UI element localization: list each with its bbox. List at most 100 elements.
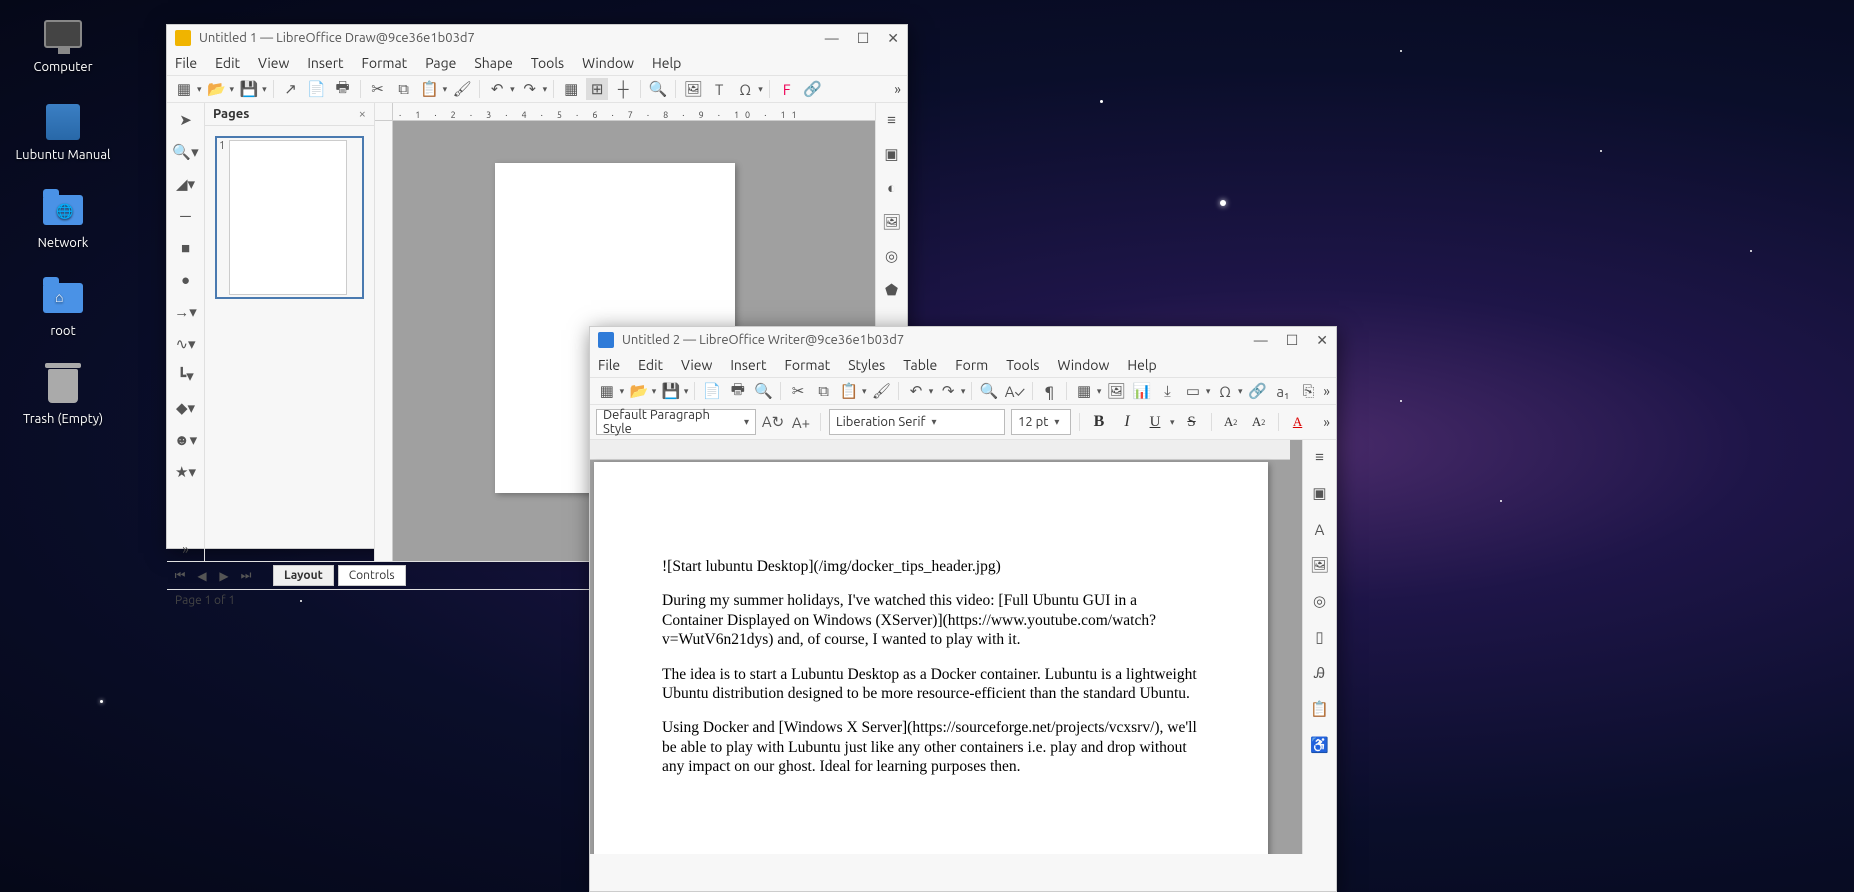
page-thumbnail[interactable]: 1: [215, 136, 364, 299]
menu-format[interactable]: Format: [362, 55, 408, 71]
bold-button[interactable]: B: [1088, 411, 1110, 433]
font-name-combo[interactable]: Liberation Serif ▾: [829, 409, 1005, 435]
paragraph[interactable]: ![Start lubuntu Desktop](/img/docker_tip…: [662, 557, 1200, 576]
save-icon[interactable]: 💾: [660, 380, 682, 402]
guides-icon[interactable]: ┼: [612, 78, 634, 100]
export-icon[interactable]: ↗: [280, 78, 302, 100]
image-icon[interactable]: 🖼: [1105, 380, 1127, 402]
toolbar-overflow-icon[interactable]: »: [1323, 414, 1330, 430]
menu-shape[interactable]: Shape: [474, 55, 512, 71]
bookmark-icon[interactable]: ⎘: [1298, 380, 1320, 402]
fontwork-icon[interactable]: F: [776, 78, 798, 100]
document-page[interactable]: ![Start lubuntu Desktop](/img/docker_tip…: [594, 462, 1268, 854]
copy-icon[interactable]: ⧉: [393, 78, 415, 100]
desktop-icon-trash[interactable]: Trash (Empty): [8, 364, 118, 426]
strikethrough-button[interactable]: S: [1181, 411, 1203, 433]
arrow-tool-icon[interactable]: →▾: [172, 301, 200, 323]
font-size-combo[interactable]: 12 pt ▾: [1011, 409, 1071, 435]
document-canvas[interactable]: ![Start lubuntu Desktop](/img/docker_tip…: [590, 440, 1302, 854]
minimize-button[interactable]: —: [825, 30, 839, 47]
tab-controls[interactable]: Controls: [338, 565, 406, 586]
sidebar-menu-icon[interactable]: ≡: [1309, 446, 1331, 468]
properties-icon[interactable]: ▣: [1309, 482, 1331, 504]
clone-format-icon[interactable]: 🖌: [451, 78, 473, 100]
clear-format-button[interactable]: A: [1287, 411, 1309, 433]
print-preview-icon[interactable]: 🔍: [753, 380, 775, 402]
menu-window[interactable]: Window: [1057, 357, 1109, 373]
open-icon[interactable]: 📂: [206, 78, 228, 100]
desktop-icon-manual[interactable]: Lubuntu Manual: [8, 100, 118, 162]
chart-icon[interactable]: 📊: [1131, 380, 1153, 402]
toolbar-overflow-icon[interactable]: »: [1323, 383, 1330, 399]
image-icon[interactable]: 🖼: [682, 78, 704, 100]
menu-help[interactable]: Help: [1127, 357, 1156, 373]
paragraph[interactable]: During my summer holidays, I've watched …: [662, 591, 1200, 649]
save-icon[interactable]: 💾: [238, 78, 260, 100]
toolbar-overflow-icon[interactable]: »: [894, 81, 901, 97]
redo-icon[interactable]: ↷: [937, 380, 959, 402]
clone-format-icon[interactable]: 🖌: [871, 380, 893, 402]
minimize-button[interactable]: —: [1254, 332, 1268, 349]
accessibility-icon[interactable]: ♿: [1309, 734, 1331, 756]
paragraph-style-combo[interactable]: Default Paragraph Style ▾: [596, 409, 756, 435]
cut-icon[interactable]: ✂: [367, 78, 389, 100]
manage-changes-icon[interactable]: 📋: [1309, 698, 1331, 720]
zoom-icon[interactable]: 🔍: [647, 78, 669, 100]
first-page-icon[interactable]: ⏮: [171, 569, 189, 583]
new-icon[interactable]: ▦: [173, 78, 195, 100]
style-inspector-icon[interactable]: Ꭿ: [1309, 662, 1331, 684]
gallery-icon[interactable]: 🖼: [881, 211, 903, 233]
subscript-button[interactable]: A2: [1248, 411, 1270, 433]
prev-page-icon[interactable]: ◀: [193, 569, 211, 583]
next-page-icon[interactable]: ▶: [215, 569, 233, 583]
menu-insert[interactable]: Insert: [307, 55, 343, 71]
paragraph[interactable]: The idea is to start a Lubuntu Desktop a…: [662, 665, 1200, 704]
menu-edit[interactable]: Edit: [638, 357, 663, 373]
menu-view[interactable]: View: [258, 55, 289, 71]
symbol-shapes-icon[interactable]: ☻▾: [172, 429, 200, 451]
desktop-icon-computer[interactable]: Computer: [8, 12, 118, 74]
styles-icon[interactable]: ◐: [881, 177, 903, 199]
grid-icon[interactable]: ▦: [560, 78, 582, 100]
gallery-icon[interactable]: 🖼: [1309, 554, 1331, 576]
styles-icon[interactable]: A: [1309, 518, 1331, 540]
open-icon[interactable]: 📂: [628, 380, 650, 402]
connector-tool-icon[interactable]: ┗▾: [172, 365, 200, 387]
sidebar-menu-icon[interactable]: ≡: [881, 109, 903, 131]
export-pdf-icon[interactable]: 📄: [306, 78, 328, 100]
menu-tools[interactable]: Tools: [1006, 357, 1039, 373]
paste-icon[interactable]: 📋: [838, 380, 860, 402]
superscript-button[interactable]: A2: [1220, 411, 1242, 433]
page-icon[interactable]: ▯: [1309, 626, 1331, 648]
ellipse-tool-icon[interactable]: ●: [172, 269, 200, 291]
page-break-icon[interactable]: ⤓: [1157, 380, 1179, 402]
navigator-icon[interactable]: ◎: [881, 245, 903, 267]
menu-file[interactable]: File: [175, 55, 197, 71]
underline-button[interactable]: U: [1144, 411, 1166, 433]
navigator-icon[interactable]: ◎: [1309, 590, 1331, 612]
line-tool-icon[interactable]: ─: [172, 205, 200, 227]
menu-file[interactable]: File: [598, 357, 620, 373]
menu-view[interactable]: View: [681, 357, 712, 373]
spellcheck-icon[interactable]: A✓: [1004, 380, 1026, 402]
menu-window[interactable]: Window: [582, 55, 634, 71]
special-char-icon[interactable]: Ω: [1214, 380, 1236, 402]
zoom-tool-icon[interactable]: 🔍▾: [172, 141, 200, 163]
snap-icon[interactable]: ⊞: [586, 78, 608, 100]
cut-icon[interactable]: ✂: [787, 380, 809, 402]
toolbar-overflow-icon[interactable]: »: [182, 541, 189, 557]
menu-format[interactable]: Format: [785, 357, 831, 373]
table-icon[interactable]: ▦: [1073, 380, 1095, 402]
maximize-button[interactable]: ☐: [1286, 332, 1299, 349]
menu-insert[interactable]: Insert: [730, 357, 766, 373]
field-icon[interactable]: ▭: [1182, 380, 1204, 402]
paragraph[interactable]: Using Docker and [Windows X Server](http…: [662, 718, 1200, 776]
special-char-icon[interactable]: Ω: [734, 78, 756, 100]
close-panel-icon[interactable]: ×: [359, 107, 366, 121]
menu-tools[interactable]: Tools: [531, 55, 564, 71]
fill-color-icon[interactable]: ◢▾: [172, 173, 200, 195]
stars-icon[interactable]: ★▾: [172, 461, 200, 483]
desktop-icon-root[interactable]: ⌂ root: [8, 276, 118, 338]
properties-icon[interactable]: ▣: [881, 143, 903, 165]
close-button[interactable]: ✕: [887, 30, 899, 47]
